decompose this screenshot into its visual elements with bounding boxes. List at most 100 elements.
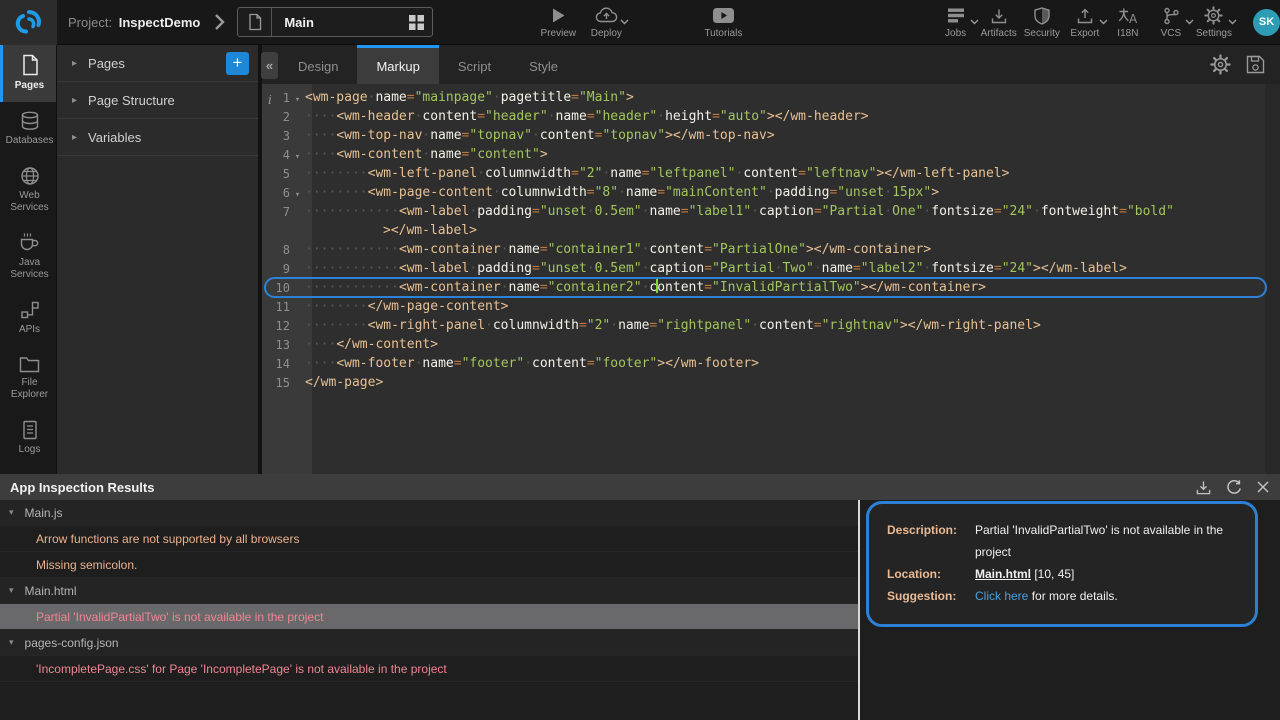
line-number: 6: [262, 183, 290, 202]
code-line[interactable]: 15</wm-page>: [262, 373, 1280, 392]
action-label: Deploy: [591, 28, 622, 39]
inspection-file-name: pages-config.json: [25, 636, 119, 650]
security-button[interactable]: Security: [1021, 6, 1063, 39]
inspection-group-row[interactable]: ▾Main.html: [0, 578, 860, 604]
deploy-button[interactable]: Deploy: [585, 6, 627, 39]
tab-script[interactable]: Script: [439, 45, 510, 84]
code-text: ········</wm-page-content>: [305, 297, 509, 316]
sidebar-item-logs[interactable]: Logs: [0, 411, 56, 466]
refresh-icon[interactable]: [1226, 479, 1242, 495]
fold-spacer: [290, 373, 305, 392]
collapse-panel-button[interactable]: «: [261, 52, 278, 79]
tab-style[interactable]: Style: [510, 45, 577, 84]
editor-settings-gear-icon[interactable]: [1210, 54, 1231, 75]
page-tab-main[interactable]: Main: [237, 7, 433, 37]
line-number: 7: [262, 202, 290, 221]
fold-spacer: [290, 126, 305, 145]
app-logo[interactable]: [0, 0, 57, 45]
inspection-item[interactable]: Missing semicolon.: [0, 552, 860, 578]
sidebar-item-file-explorer[interactable]: File Explorer: [0, 346, 56, 411]
panel-section-pages[interactable]: ▸ Pages +: [57, 45, 258, 82]
caret-right-icon: ▸: [72, 58, 77, 69]
code-line[interactable]: 11········</wm-page-content>: [262, 297, 1280, 316]
inspection-group-row[interactable]: ▾Main.js: [0, 500, 860, 526]
inspection-item[interactable]: Arrow functions are not supported by all…: [0, 526, 860, 552]
code-text: ············<wm-container·name="containe…: [305, 240, 931, 259]
fold-spacer: [290, 221, 305, 240]
i18n-button[interactable]: A I18N: [1107, 6, 1149, 39]
sidebar-item-java-services[interactable]: Java Services: [0, 224, 56, 291]
save-icon[interactable]: [1246, 55, 1265, 74]
tab-design[interactable]: Design: [279, 45, 357, 84]
action-label: VCS: [1161, 28, 1182, 39]
code-text: ····<wm-header·content="header"·name="he…: [305, 107, 869, 126]
code-text: ········<wm-right-panel·columnwidth="2"·…: [305, 316, 1041, 335]
artifacts-button[interactable]: Artifacts: [978, 6, 1020, 39]
grid-icon[interactable]: [409, 15, 424, 30]
code-line[interactable]: 10············<wm-container·name="contai…: [262, 278, 1280, 297]
inspection-group-row[interactable]: ▾pages-config.json: [0, 630, 860, 656]
nodes-icon: [20, 300, 40, 324]
sidebar-item-web-services[interactable]: Web Services: [0, 157, 56, 224]
location-position: [10, 45]: [1034, 567, 1074, 581]
translate-icon: A: [1118, 6, 1138, 26]
fold-caret-icon[interactable]: ▾: [290, 183, 305, 202]
inspection-splitter[interactable]: [858, 500, 860, 720]
chevron-right-icon[interactable]: [214, 13, 225, 31]
sidebar-item-label: File Explorer: [3, 377, 56, 401]
export-button[interactable]: Export: [1064, 6, 1106, 39]
inspection-item[interactable]: Partial 'InvalidPartialTwo' is not avail…: [0, 604, 860, 630]
tab-markup[interactable]: Markup: [357, 45, 438, 84]
caret-down-icon: ▾: [9, 585, 14, 596]
panel-section-variables[interactable]: ▸ Variables: [57, 119, 258, 156]
settings-button[interactable]: Settings: [1193, 6, 1235, 39]
inspection-item-text: Arrow functions are not supported by all…: [36, 532, 299, 546]
code-line[interactable]: 13····</wm-content>: [262, 335, 1280, 354]
suggestion-label: Suggestion:: [887, 585, 971, 607]
download-report-icon[interactable]: [1195, 480, 1212, 495]
location-file-link[interactable]: Main.html: [975, 567, 1031, 581]
click-here-link[interactable]: Click here: [975, 589, 1028, 603]
code-line[interactable]: 1▾<wm-page·name="mainpage"·pagetitle="Ma…: [262, 88, 1280, 107]
tutorials-button[interactable]: Tutorials: [701, 6, 745, 39]
folder-icon: [19, 355, 40, 377]
panel-section-label: Variables: [88, 130, 141, 145]
panel-section-page-structure[interactable]: ▸ Page Structure: [57, 82, 258, 119]
code-line[interactable]: 5········<wm-left-panel·columnwidth="2"·…: [262, 164, 1280, 183]
panel-section-label: Pages: [88, 56, 125, 71]
preview-button[interactable]: Preview: [537, 6, 579, 39]
fold-caret-icon[interactable]: ▾: [290, 88, 305, 107]
inspection-title: App Inspection Results: [10, 480, 154, 495]
code-line[interactable]: 3····<wm-top-nav·name="topnav"·content="…: [262, 126, 1280, 145]
vcs-button[interactable]: VCS: [1150, 6, 1192, 39]
chevron-down-icon: [1228, 19, 1237, 25]
code-line[interactable]: ></wm-label>: [262, 221, 1280, 240]
inspection-item[interactable]: 'IncompletePage.css' for Page 'Incomplet…: [0, 656, 860, 682]
code-line[interactable]: 2····<wm-header·content="header"·name="h…: [262, 107, 1280, 126]
project-label: Project:: [68, 15, 112, 30]
code-line[interactable]: 14····<wm-footer·name="footer"·content="…: [262, 354, 1280, 373]
code-line[interactable]: 12········<wm-right-panel·columnwidth="2…: [262, 316, 1280, 335]
download-tray-icon: [990, 6, 1008, 26]
add-page-button[interactable]: +: [226, 52, 249, 75]
wavemaker-logo-icon: [15, 8, 43, 36]
page-icon: [238, 8, 272, 36]
sidebar-item-pages[interactable]: Pages: [0, 45, 56, 102]
project-name: InspectDemo: [119, 15, 201, 30]
database-icon: [20, 111, 40, 135]
jobs-button[interactable]: Jobs: [935, 6, 977, 39]
code-line[interactable]: 7············<wm-label·padding="unset·0.…: [262, 202, 1280, 221]
fold-caret-icon[interactable]: ▾: [290, 145, 305, 164]
code-line[interactable]: 4▾····<wm-content·name="content">: [262, 145, 1280, 164]
main-area: Pages Databases Web Services Java Servic…: [0, 45, 1280, 720]
code-line[interactable]: 6▾········<wm-page-content·columnwidth="…: [262, 183, 1280, 202]
project-info: Project: InspectDemo: [68, 15, 200, 30]
fold-spacer: [290, 259, 305, 278]
close-icon[interactable]: [1256, 480, 1270, 494]
fold-spacer: [290, 335, 305, 354]
code-line[interactable]: 9············<wm-label·padding="unset·0.…: [262, 259, 1280, 278]
user-avatar[interactable]: SK: [1253, 9, 1280, 36]
sidebar-item-apis[interactable]: APIs: [0, 291, 56, 346]
code-line[interactable]: 8············<wm-container·name="contain…: [262, 240, 1280, 259]
sidebar-item-databases[interactable]: Databases: [0, 102, 56, 157]
